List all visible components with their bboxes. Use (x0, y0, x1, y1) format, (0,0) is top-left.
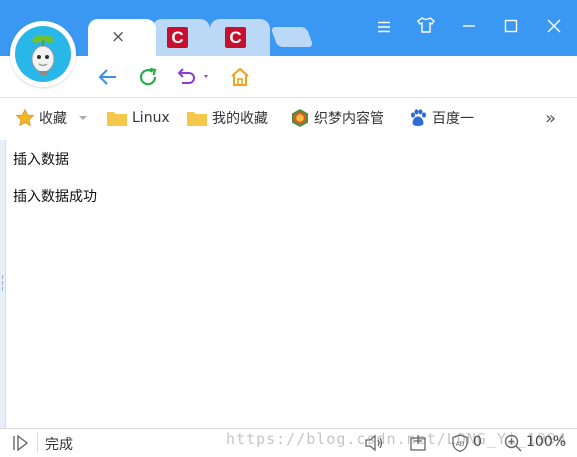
bookmarks-overflow-button[interactable]: » (545, 108, 556, 129)
bookmark-label: 百度一 (432, 111, 474, 127)
tab-close-icon[interactable]: × (111, 27, 125, 47)
chevron-down-icon[interactable] (77, 113, 89, 123)
bookmark-dedecms[interactable]: 织梦内容管 (290, 108, 384, 128)
status-text: 完成 (45, 437, 73, 453)
tab-active[interactable]: × (88, 19, 156, 56)
avatar-background (15, 26, 71, 82)
bookmark-label: 收藏 (39, 111, 67, 127)
bookmark-label: Linux (132, 110, 170, 126)
bookmark-label: 我的收藏 (212, 111, 268, 127)
minimize-icon[interactable] (457, 16, 481, 40)
dedecms-icon (292, 109, 308, 127)
bookmarks-bar: 收藏 Linux 我的收藏 织梦内容管 百度一 » (0, 97, 577, 141)
maximize-icon[interactable] (499, 16, 523, 40)
adblock-count: 0 (473, 434, 482, 450)
home-icon[interactable] (228, 65, 252, 89)
sprout-mascot-icon (31, 35, 55, 75)
folder-icon (187, 112, 207, 126)
content-line: 插入数据成功 (13, 189, 97, 205)
navigation-bar (0, 56, 577, 97)
zoom-level[interactable]: 100% (526, 434, 566, 450)
new-tab-button[interactable] (270, 27, 314, 47)
tab-site-1[interactable] (152, 19, 210, 56)
undo-icon[interactable] (174, 65, 214, 89)
menu-icon[interactable] (372, 16, 396, 40)
folder-icon (107, 112, 127, 126)
adblock-shield-icon[interactable]: AD (450, 433, 470, 453)
sidebar-gutter (0, 140, 6, 428)
baidu-paw-icon (411, 109, 426, 126)
bookmark-linux[interactable]: Linux (106, 108, 170, 128)
screenshot-icon[interactable] (408, 433, 428, 453)
play-icon[interactable] (10, 433, 30, 453)
bookmark-baidu[interactable]: 百度一 (408, 108, 474, 128)
bookmark-favorites[interactable]: 收藏 (15, 108, 93, 128)
close-icon[interactable] (542, 16, 566, 40)
bookmark-label: 织梦内容管 (314, 111, 384, 127)
c-logo-icon (225, 27, 246, 48)
star-icon (15, 108, 35, 127)
c-logo-icon (167, 27, 188, 48)
svg-text:AD: AD (456, 441, 465, 448)
content-line: 插入数据 (13, 152, 69, 168)
speaker-icon[interactable] (364, 433, 384, 453)
resize-grip-icon[interactable] (1, 274, 4, 292)
status-bar: 完成 https://blog.csdn.net/LONG_Yi_1994 AD… (0, 428, 577, 457)
status-divider (37, 433, 38, 453)
refresh-icon[interactable] (136, 65, 160, 89)
zoom-icon[interactable] (503, 433, 523, 453)
tab-site-2[interactable] (210, 19, 270, 56)
page-content: 插入数据 插入数据成功 (0, 140, 577, 428)
back-arrow-icon[interactable] (96, 65, 120, 89)
title-bar: × (0, 0, 577, 87)
skin-icon[interactable] (414, 16, 438, 40)
user-avatar[interactable] (10, 21, 76, 87)
bookmark-my-favorites[interactable]: 我的收藏 (186, 108, 268, 128)
